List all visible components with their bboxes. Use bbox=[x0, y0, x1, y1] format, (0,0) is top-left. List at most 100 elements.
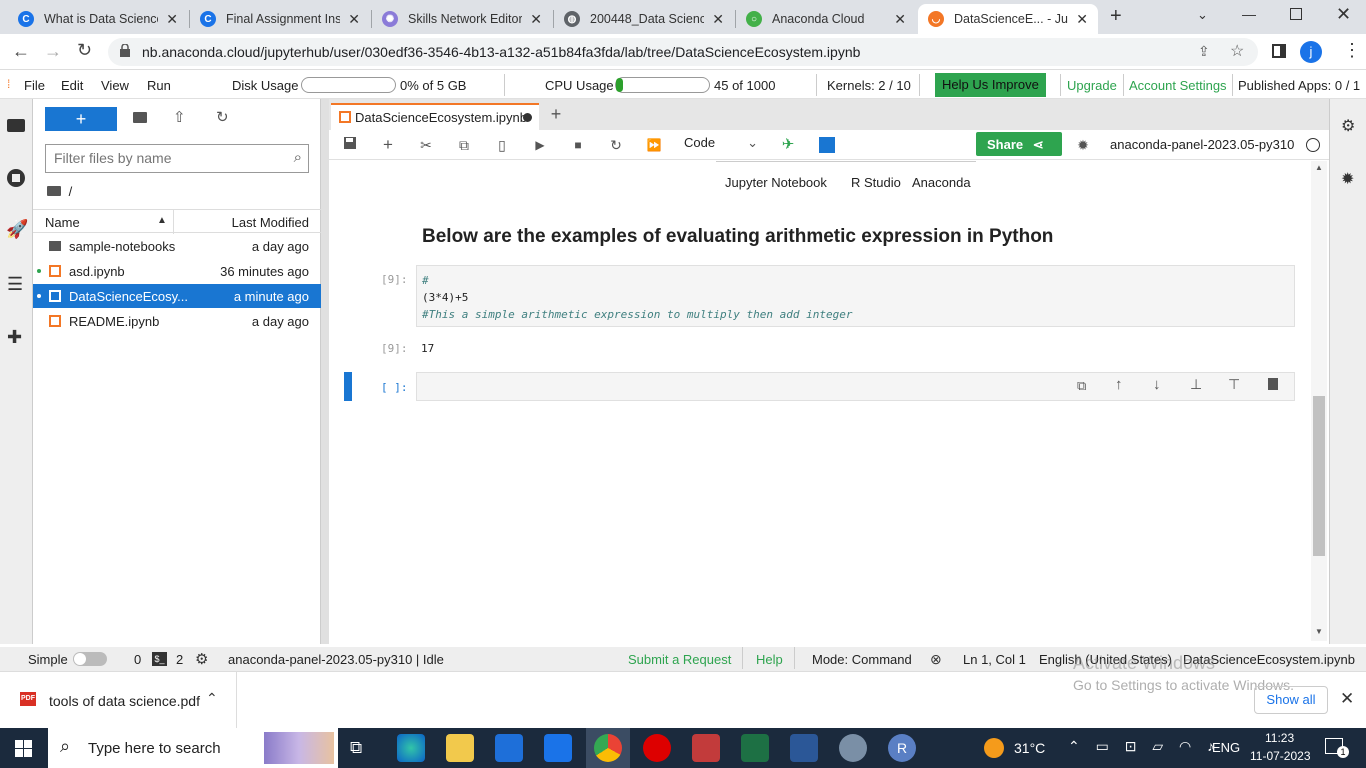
file-list-item[interactable]: DataScienceEcosy... a minute ago bbox=[33, 284, 321, 308]
edge-icon[interactable] bbox=[397, 734, 425, 762]
filter-input-field[interactable] bbox=[46, 145, 266, 171]
close-window-button[interactable]: ✕ bbox=[1336, 4, 1351, 25]
column-name[interactable]: Name bbox=[45, 215, 80, 230]
input-language[interactable]: ENG bbox=[1212, 740, 1240, 755]
vertical-scrollbar[interactable]: ▲ ▼ bbox=[1311, 161, 1327, 641]
maximize-button[interactable] bbox=[1290, 8, 1302, 20]
close-tab-icon[interactable]: ✕ bbox=[530, 11, 542, 28]
forward-icon[interactable]: → bbox=[44, 41, 62, 62]
close-tab-icon[interactable]: ✕ bbox=[166, 11, 178, 28]
insert-below-icon[interactable]: ⊤ bbox=[1228, 376, 1240, 393]
move-up-icon[interactable]: ↑ bbox=[1115, 376, 1123, 393]
browser-tab[interactable]: ○ Anaconda Cloud ✕ bbox=[736, 4, 916, 34]
system-tray-icons[interactable]: ⌃ ▭ ⊡ ▱ ◠ ♪ bbox=[1068, 738, 1220, 755]
property-inspector-gear-icon[interactable]: ⚙ bbox=[1341, 116, 1355, 136]
fast-forward-icon[interactable]: ⏩ bbox=[645, 136, 663, 154]
close-tab-icon[interactable]: ✕ bbox=[894, 11, 906, 28]
notebook-panel[interactable]: Jupyter Notebook R Studio Anaconda Below… bbox=[329, 161, 1311, 641]
help-improve-button[interactable]: Help Us Improve bbox=[935, 73, 1046, 97]
submit-request-link[interactable]: Submit a Request bbox=[628, 652, 731, 667]
scrollbar-thumb[interactable] bbox=[1313, 396, 1325, 556]
close-shelf-icon[interactable]: ✕ bbox=[1340, 689, 1354, 709]
browser-tab[interactable]: C What is Data Science? ✕ bbox=[8, 4, 188, 34]
reload-icon[interactable]: ↻ bbox=[77, 40, 92, 61]
paste-icon[interactable]: ▯ bbox=[493, 136, 511, 154]
running-kernels-icon[interactable] bbox=[7, 169, 25, 187]
file-list-item[interactable]: README.ipynb a day ago bbox=[33, 309, 321, 333]
empty-code-cell-editor[interactable]: ⧉ ↑ ↓ ⊥ ⊤ bbox=[416, 372, 1295, 401]
cut-icon[interactable]: ✂ bbox=[417, 136, 435, 154]
browser-tab[interactable]: ◡ DataScienceE... - Jupy ✕ bbox=[918, 4, 1098, 34]
deploy-rocket-icon[interactable]: ✈ bbox=[779, 136, 797, 154]
show-all-button[interactable]: Show all bbox=[1254, 686, 1328, 714]
share-page-icon[interactable]: ⇪ bbox=[1198, 43, 1210, 60]
close-tab-icon[interactable]: ✕ bbox=[712, 11, 724, 28]
store-icon[interactable] bbox=[495, 734, 523, 762]
close-tab-icon[interactable]: ✕ bbox=[348, 11, 360, 28]
stop-icon[interactable]: ■ bbox=[569, 136, 587, 154]
column-last-modified[interactable]: Last Modified bbox=[232, 215, 309, 230]
account-settings-link[interactable]: Account Settings bbox=[1129, 78, 1227, 93]
scroll-up-icon[interactable]: ▲ bbox=[1315, 163, 1323, 172]
excel-icon[interactable] bbox=[741, 734, 769, 762]
copy-icon[interactable]: ⧉ bbox=[455, 136, 473, 154]
panel-splitter[interactable] bbox=[321, 99, 329, 644]
menu-run[interactable]: Run bbox=[147, 78, 171, 93]
word-icon[interactable] bbox=[790, 734, 818, 762]
help-link[interactable]: Help bbox=[756, 652, 783, 667]
debugger-icon[interactable]: ✹ bbox=[1341, 169, 1354, 189]
upgrade-link[interactable]: Upgrade bbox=[1067, 78, 1117, 93]
terminal-count[interactable]: 0 bbox=[134, 652, 141, 667]
new-tab-button[interactable]: + bbox=[1110, 6, 1130, 26]
windows-start-icon[interactable] bbox=[15, 740, 32, 757]
no-notifications-icon[interactable]: ⊗ bbox=[930, 651, 942, 668]
clock-time[interactable]: 11:23 bbox=[1265, 731, 1294, 745]
r-app-icon[interactable]: R bbox=[888, 734, 916, 762]
rocket-icon[interactable]: 🚀 bbox=[6, 219, 28, 240]
avatar[interactable]: j bbox=[1300, 41, 1322, 63]
kernel-status-text[interactable]: anaconda-panel-2023.05-py310 | Idle bbox=[228, 652, 444, 667]
delete-cell-icon[interactable] bbox=[1268, 378, 1278, 390]
chevron-up-icon[interactable]: ⌃ bbox=[206, 690, 218, 707]
unsaved-dot-icon[interactable] bbox=[523, 113, 532, 122]
kernel-name[interactable]: anaconda-panel-2023.05-py310 bbox=[1110, 137, 1294, 152]
clock-date[interactable]: 11-07-2023 bbox=[1250, 749, 1311, 763]
breadcrumb-path[interactable]: / bbox=[69, 184, 73, 199]
browser-tab[interactable]: ◍ 200448_Data Science_ ✕ bbox=[554, 4, 734, 34]
extensions-icon[interactable]: ✚ bbox=[7, 327, 22, 348]
rstudio-icon[interactable] bbox=[839, 734, 867, 762]
scroll-down-icon[interactable]: ▼ bbox=[1315, 627, 1323, 636]
browser-menu-icon[interactable]: ⋮ bbox=[1343, 40, 1361, 61]
code-cell-editor[interactable]: # (3*4)+5 #This a simple arithmetic expr… bbox=[416, 265, 1295, 327]
back-icon[interactable]: ← bbox=[12, 41, 30, 62]
refresh-icon[interactable]: ↻ bbox=[216, 108, 229, 126]
debugger-bug-icon[interactable]: ✹ bbox=[1074, 136, 1092, 154]
spss-icon[interactable] bbox=[692, 734, 720, 762]
close-tab-icon[interactable]: ✕ bbox=[1076, 11, 1088, 28]
terminal-icon[interactable]: $_ bbox=[152, 652, 167, 666]
mail-icon[interactable] bbox=[544, 734, 572, 762]
taskbar-search-box[interactable]: ⌕ Type here to search bbox=[48, 728, 338, 768]
minimize-button[interactable]: — bbox=[1242, 6, 1256, 22]
chrome-icon[interactable] bbox=[594, 734, 622, 762]
filter-files-input[interactable]: ⌕ bbox=[45, 144, 309, 173]
cell-type-select[interactable]: Code ⌄ bbox=[684, 135, 762, 155]
new-folder-icon[interactable] bbox=[133, 112, 147, 123]
tab-search-icon[interactable]: ⌄ bbox=[1197, 7, 1208, 23]
menu-edit[interactable]: Edit bbox=[61, 78, 83, 93]
weather-temperature[interactable]: 31°C bbox=[1014, 740, 1045, 756]
side-panel-icon[interactable] bbox=[1272, 44, 1286, 58]
file-list-item[interactable]: asd.ipynb 36 minutes ago bbox=[33, 259, 321, 283]
share-button[interactable]: Share ⋖ bbox=[976, 132, 1062, 156]
duplicate-cell-icon[interactable]: ⧉ bbox=[1077, 378, 1086, 394]
kernel-gear-icon[interactable]: ⚙ bbox=[195, 650, 208, 668]
insert-above-icon[interactable]: ⊥ bbox=[1190, 376, 1202, 393]
task-view-icon[interactable]: ⧉ bbox=[350, 738, 362, 758]
notebook-tab[interactable]: DataScienceEcosystem.ipynb bbox=[331, 103, 539, 130]
menu-view[interactable]: View bbox=[101, 78, 129, 93]
panel-preview-icon[interactable] bbox=[818, 136, 836, 154]
upload-icon[interactable]: ⇧ bbox=[173, 108, 186, 126]
cursor-position[interactable]: Ln 1, Col 1 bbox=[963, 652, 1026, 667]
new-launcher-button[interactable]: + bbox=[45, 107, 117, 131]
address-bar[interactable]: nb.anaconda.cloud/jupyterhub/user/030edf… bbox=[108, 38, 1258, 66]
